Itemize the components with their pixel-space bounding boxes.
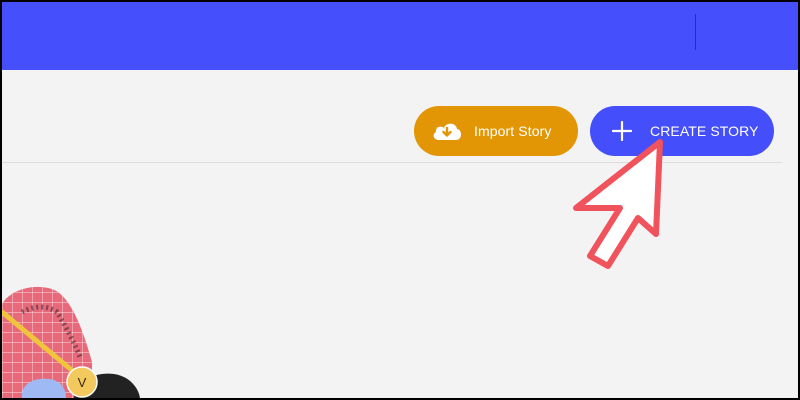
pointer-arrow-icon bbox=[573, 139, 663, 269]
create-story-label: CREATE STORY bbox=[650, 123, 759, 139]
avatar-initial: V bbox=[78, 375, 87, 390]
app-window: Import Story CREATE STORY V bbox=[2, 2, 798, 398]
cloud-download-icon bbox=[430, 119, 464, 143]
top-app-bar bbox=[2, 2, 798, 70]
decorative-illustration: V bbox=[2, 286, 140, 398]
topbar-divider bbox=[695, 14, 696, 50]
import-story-label: Import Story bbox=[474, 123, 552, 139]
import-story-button[interactable]: Import Story bbox=[414, 106, 578, 156]
